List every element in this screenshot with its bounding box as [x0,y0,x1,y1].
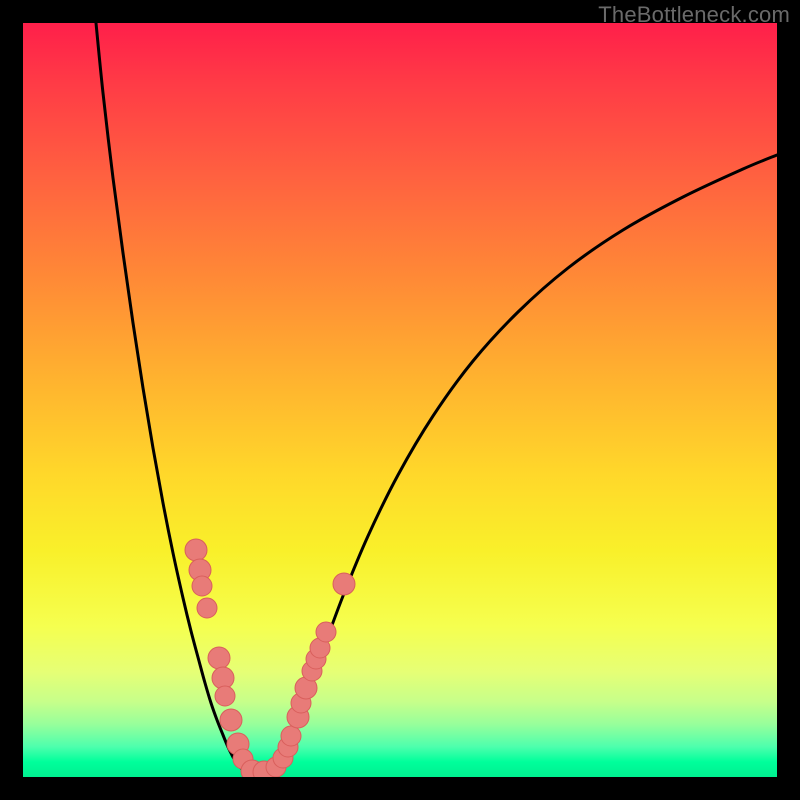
highlight-marker [281,726,301,746]
highlight-marker [333,573,355,595]
watermark-text: TheBottleneck.com [598,2,790,28]
highlight-marker [185,539,207,561]
highlight-markers [185,539,355,777]
highlight-marker [215,686,235,706]
highlight-marker [316,622,336,642]
highlight-marker [208,647,230,669]
highlight-marker [192,576,212,596]
highlight-marker [197,598,217,618]
bottleneck-curve [96,23,777,775]
chart-plot-area [23,23,777,777]
curve-overlay [23,23,777,777]
highlight-marker [220,709,242,731]
bottleneck-curve-path [96,23,777,775]
